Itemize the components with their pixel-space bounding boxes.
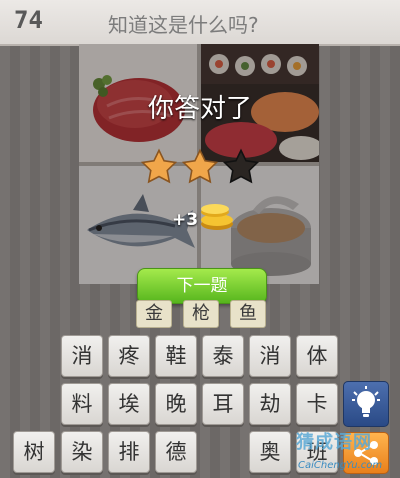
answer-slot-1[interactable]: 金 (136, 300, 172, 328)
key-character[interactable]: 耳 (202, 383, 244, 425)
coin-bonus: +3 (172, 210, 199, 230)
key-character[interactable]: 排 (108, 431, 150, 473)
answer-slot-3[interactable]: 鱼 (230, 300, 266, 328)
star-empty-icon (222, 148, 260, 184)
key-character[interactable]: 劫 (249, 383, 291, 425)
answer-slot-2[interactable]: 枪 (183, 300, 219, 328)
watermark-url: CaiChengYu.com (298, 460, 383, 471)
key-character[interactable]: 奥 (249, 431, 291, 473)
coins-icon (201, 204, 233, 230)
key-character[interactable]: 料 (61, 383, 103, 425)
star-filled-icon (181, 148, 219, 184)
key-character[interactable]: 树 (13, 431, 55, 473)
page-title: 知道这是什么吗? (108, 13, 259, 37)
watermark-logo: 猜成语网 (296, 432, 372, 453)
key-character[interactable]: 鞋 (155, 335, 197, 377)
key-character[interactable]: 染 (61, 431, 103, 473)
key-character[interactable]: 卡 (296, 383, 338, 425)
hint-button[interactable] (343, 381, 389, 427)
star-rating (140, 148, 260, 192)
key-character[interactable]: 体 (296, 335, 338, 377)
star-filled-icon (140, 148, 178, 184)
level-number: 74 (14, 6, 43, 34)
lightbulb-icon (352, 386, 380, 417)
key-character[interactable]: 疼 (108, 335, 150, 377)
key-character[interactable]: 消 (61, 335, 103, 377)
header-bar: 74 知道这是什么吗? (0, 0, 400, 46)
key-character[interactable]: 消 (249, 335, 291, 377)
key-character[interactable]: 德 (155, 431, 197, 473)
key-character[interactable]: 泰 (202, 335, 244, 377)
correct-message: 你答对了 (147, 94, 252, 124)
key-character[interactable]: 晚 (155, 383, 197, 425)
next-question-button[interactable]: 下一题 (137, 268, 267, 304)
key-character[interactable]: 埃 (108, 383, 150, 425)
